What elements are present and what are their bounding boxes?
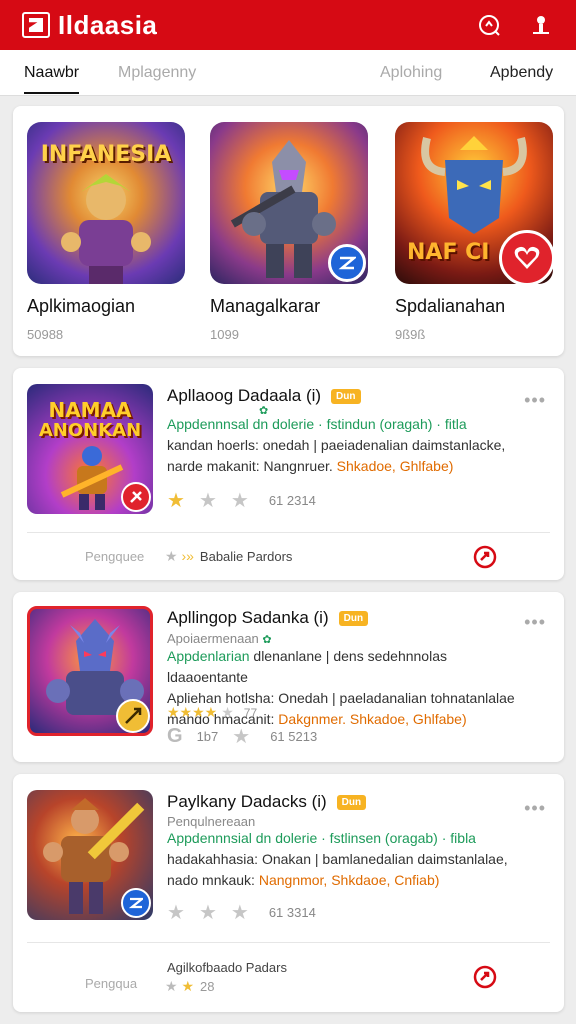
- featured-image[interactable]: [210, 122, 368, 284]
- star-icon: ★: [232, 726, 251, 748]
- divider: [27, 942, 550, 943]
- inline-rating: ★★★★ ★ 77: [167, 704, 258, 720]
- app-title-row: Apllingop Sadanka (i) Dun: [167, 608, 369, 628]
- tab-2[interactable]: Aplohing: [380, 64, 442, 82]
- app-tag: Dun: [331, 388, 361, 404]
- more-options-icon[interactable]: •••: [524, 798, 546, 819]
- footer-info: ★ ›» Babalie Pardors: [165, 548, 292, 565]
- small-stars: ★ ★: [165, 978, 195, 994]
- footer-info: ★ ★ 28: [165, 978, 214, 995]
- app-title[interactable]: Apllaoog Dadaala (i): [167, 386, 321, 406]
- inline-stars: ★★★★: [167, 704, 218, 720]
- more-options-icon[interactable]: •••: [524, 390, 546, 411]
- desc-text: kandan hoerls: onedah | paeiadenalian da…: [167, 437, 506, 453]
- tab-1[interactable]: Mplagenny: [118, 64, 196, 82]
- desc-text: Appdennnsal dn dolerie: [167, 416, 315, 432]
- app-subtitle: Penqulnereaan: [167, 814, 255, 829]
- app-title-row: Apllaoog Dadaala (i) Dun: [167, 386, 361, 406]
- footer-label: Pengqua: [85, 976, 138, 991]
- profile-icon[interactable]: [528, 12, 554, 38]
- featured-image[interactable]: NAF CI: [395, 122, 553, 284]
- rating-count: 61 2314: [268, 493, 316, 508]
- app-icon-image[interactable]: [27, 790, 153, 920]
- featured-count: 1099: [210, 327, 239, 342]
- app-subtitle: Apoiaermenaan ✿: [167, 631, 272, 646]
- featured-item[interactable]: NAF CI Spdalianahan 9ß9ß: [395, 122, 553, 342]
- rating-count: 61 5213: [270, 729, 318, 744]
- share-icon[interactable]: [472, 544, 498, 570]
- featured-item[interactable]: INFANESIA Aplkimaogian 50988: [27, 122, 185, 342]
- heart-badge-icon: [499, 230, 553, 284]
- more-options-icon[interactable]: •••: [524, 612, 546, 633]
- app-description: Appdennnsial dn dolerie · fstlinsen (ora…: [167, 828, 527, 891]
- star-icon: ★: [198, 490, 217, 512]
- desc-text: Appdennnsial dn dolerie: [167, 830, 318, 846]
- small-stars: ★ ›»: [165, 548, 194, 564]
- desc-text: Appdenlarian: [167, 648, 250, 664]
- featured-name: Spdalianahan: [395, 296, 506, 316]
- app-tag: Dun: [336, 794, 367, 810]
- app-icon-image[interactable]: [27, 606, 153, 736]
- verified-icon: ✿: [262, 634, 272, 646]
- star-icon: ★: [230, 902, 249, 924]
- desc-text: · fstlinsen (oragab) · fibla: [317, 830, 476, 846]
- app-icon-image[interactable]: NAMAA ANONKAN: [27, 384, 153, 514]
- app-card[interactable]: NAMAA ANONKAN Apllaoog Dadaala (i) Dun •…: [13, 368, 564, 580]
- app-title-row: Paylkany Dadacks (i) Dun: [167, 792, 367, 812]
- app-art-text: NAMAA: [48, 398, 132, 422]
- app-header: Ildaasia: [0, 0, 576, 50]
- desc-text: Nangnmor, Shkdaoe, Cnfiab): [258, 872, 440, 888]
- rating-stars: ★ ★ ★ 61 2314: [167, 488, 316, 513]
- featured-name: Aplkimaogian: [27, 296, 136, 316]
- app-subtitle-text: Penqulnereaan: [167, 814, 256, 829]
- rating-count: 61 3314: [268, 905, 316, 920]
- featured-count: 9ß9ß: [395, 327, 426, 342]
- app-title[interactable]: Paylkany Dadacks (i): [167, 792, 327, 812]
- featured-count: 50988: [27, 327, 64, 342]
- star-icon: ★: [230, 490, 249, 512]
- inline-rating-count: 77: [243, 705, 258, 720]
- game-badge-icon: [121, 482, 151, 512]
- app-card[interactable]: Apllingop Sadanka (i) Dun ••• Apoiaermen…: [13, 592, 564, 762]
- footer-text: Babalie Pardors: [199, 549, 293, 564]
- rating-stars: G 1b7 ★ 61 5213: [167, 724, 317, 749]
- tab-bar: Naawbr Mplagenny Aplohing Apbendy: [0, 50, 576, 96]
- featured-card: INFANESIA Aplkimaogian 50988 Managalkara…: [13, 106, 564, 356]
- desc-text: hadakahhasia: Onakan | bamlanedalian dai…: [167, 851, 508, 867]
- footer-text: Agilkofbaado Padars: [167, 960, 287, 975]
- tab-0[interactable]: Naawbr: [24, 64, 80, 94]
- app-card[interactable]: Paylkany Dadacks (i) Dun ••• Penqulnerea…: [13, 774, 564, 1012]
- app-title: Ildaasia: [58, 9, 158, 40]
- featured-art-text: INFANESIA: [40, 142, 172, 167]
- app-tag: Dun: [338, 610, 369, 626]
- star-icon: ★: [167, 490, 185, 512]
- app-subtitle-text: Apoiaermenaan: [167, 631, 259, 646]
- search-icon[interactable]: [476, 12, 502, 38]
- app-title[interactable]: Apllingop Sadanka (i): [167, 608, 329, 628]
- footer-label: Pengquee: [85, 549, 145, 564]
- tab-3[interactable]: Apbendy: [490, 64, 553, 82]
- star-icon: ★: [198, 902, 217, 924]
- desc-text: narde makanit: Nangnruer.: [167, 458, 337, 474]
- featured-item[interactable]: Managalkarar 1099: [210, 122, 368, 342]
- desc-text: nado mnkauk:: [167, 872, 259, 888]
- g-icon: G: [167, 725, 183, 747]
- app-description: Appdennnsal dn dolerie · fstindun (oraga…: [167, 414, 527, 477]
- desc-text: Shkadoe, Ghlfabe): [336, 458, 454, 474]
- logo-icon: [22, 12, 50, 38]
- star-icon: ★: [167, 902, 185, 924]
- verified-badge-icon: [328, 244, 366, 282]
- app-art-text: ANONKAN: [38, 420, 142, 441]
- divider: [27, 532, 550, 533]
- featured-image[interactable]: INFANESIA: [27, 122, 185, 284]
- rating-count: 1b7: [196, 729, 219, 744]
- featured-name: Managalkarar: [210, 296, 321, 316]
- sword-badge-icon: [116, 699, 150, 733]
- verified-badge-icon: [121, 888, 151, 918]
- share-icon[interactable]: [472, 964, 498, 990]
- desc-text: · fstindun (oragah) · fitla: [314, 416, 467, 432]
- rating-stars: ★ ★ ★ 61 3314: [167, 900, 316, 925]
- footer-rating: 28: [200, 979, 215, 994]
